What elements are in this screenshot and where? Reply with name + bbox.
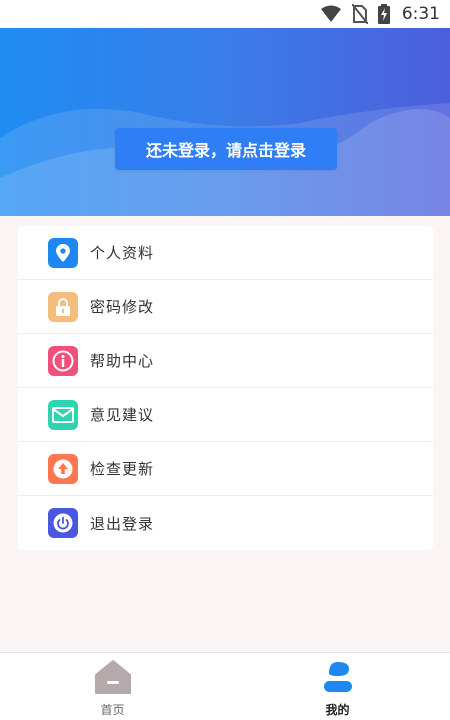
menu-item-feedback[interactable]: 意见建议: [18, 388, 433, 442]
menu-list: 个人资料 密码修改 帮助中心 意见建议 检查更新 退出登录: [18, 226, 433, 550]
home-icon: [94, 660, 131, 694]
tab-mine[interactable]: 我的: [225, 653, 450, 720]
location-pin-icon: [48, 237, 78, 268]
menu-item-check-update[interactable]: 检查更新: [18, 442, 433, 496]
menu-item-logout[interactable]: 退出登录: [18, 496, 433, 550]
menu-item-label: 个人资料: [90, 244, 155, 262]
menu-item-label: 帮助中心: [90, 352, 155, 370]
profile-header: 还未登录，请点击登录: [0, 28, 450, 216]
tab-mine-label: 我的: [325, 703, 350, 717]
status-bar: 6:31: [0, 0, 450, 28]
menu-item-profile[interactable]: 个人资料: [18, 226, 433, 280]
menu-item-change-password[interactable]: 密码修改: [18, 280, 433, 334]
upload-arrow-icon: [48, 453, 78, 484]
header-waves: [0, 103, 450, 216]
power-icon: [48, 508, 78, 538]
menu-item-label: 检查更新: [90, 460, 155, 478]
mail-icon: [48, 399, 78, 430]
bottom-tab-bar: 首页 我的: [0, 652, 450, 720]
battery-charging-icon: [377, 4, 390, 24]
menu-item-label: 意见建议: [90, 406, 155, 424]
login-button[interactable]: 还未登录，请点击登录: [115, 128, 337, 170]
status-time: 6:31: [401, 4, 440, 24]
menu-item-help-center[interactable]: 帮助中心: [18, 334, 433, 388]
user-icon: [323, 662, 352, 692]
tab-home[interactable]: 首页: [0, 653, 225, 720]
wifi-icon: [320, 5, 341, 22]
info-icon: [48, 345, 78, 376]
tab-home-label: 首页: [100, 703, 125, 717]
no-sim-icon: [351, 4, 368, 24]
lock-icon: [48, 291, 78, 322]
menu-item-label: 密码修改: [90, 298, 155, 316]
menu-item-label: 退出登录: [90, 514, 155, 533]
